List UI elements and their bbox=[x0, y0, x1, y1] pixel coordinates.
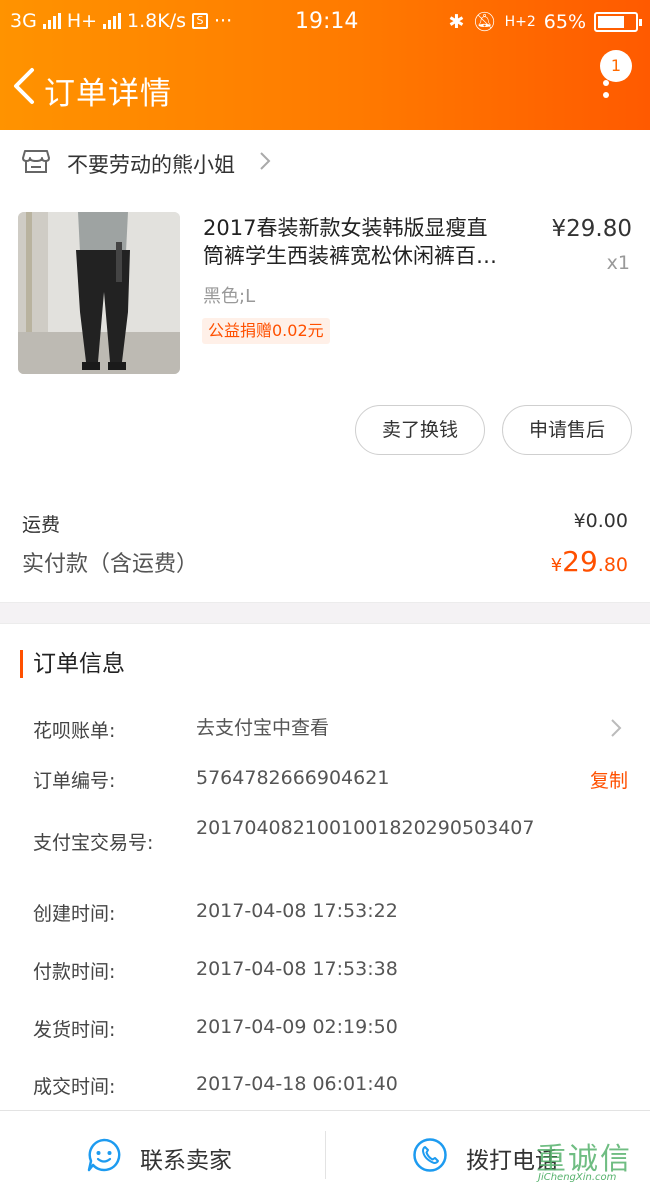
contact-seller-button[interactable]: 联系卖家 bbox=[0, 1111, 325, 1185]
paid-amount: ¥29.80 bbox=[551, 545, 628, 578]
battery-icon bbox=[594, 11, 642, 32]
info-key: 订单编号: bbox=[33, 770, 116, 792]
network-type-3: H+2 bbox=[504, 13, 536, 30]
product-quantity: x1 bbox=[606, 252, 630, 274]
charity-badge: 公益捐赠0.02元 bbox=[202, 318, 330, 344]
chat-bubble-icon bbox=[87, 1138, 121, 1172]
info-key: 支付宝交易号: bbox=[33, 832, 154, 854]
status-bar: 3G H+ 1.8K/s S ··· 19:14 ✱ 🔕︎ H+2 65% bbox=[0, 0, 650, 44]
mute-icon: 🔕︎ bbox=[472, 11, 497, 33]
more-menu-button[interactable]: 1 bbox=[592, 50, 642, 106]
watermark-url: JiChengXin.com bbox=[538, 1172, 617, 1183]
info-key: 付款时间: bbox=[33, 961, 116, 983]
paid-decimal: .80 bbox=[597, 554, 628, 576]
info-value: 2017-04-08 17:53:38 bbox=[196, 958, 398, 980]
chevron-left-icon bbox=[14, 68, 34, 104]
paid-label: 实付款（含运费） bbox=[22, 552, 199, 577]
alipay-trade-number: 2017040821001001820290503407 bbox=[196, 817, 535, 839]
info-value: 2017-04-18 06:01:40 bbox=[196, 1073, 398, 1095]
back-button[interactable] bbox=[10, 64, 40, 108]
network-type-2: H+ bbox=[66, 10, 98, 32]
info-key: 发货时间: bbox=[33, 1019, 116, 1041]
battery-level: 65% bbox=[543, 10, 586, 33]
order-number: 5764782666904621 bbox=[196, 767, 390, 789]
signal-icon bbox=[42, 13, 61, 29]
sell-button[interactable]: 卖了换钱 bbox=[355, 405, 485, 455]
product-title-line-1: 2017春装新款女装韩版显瘦直 bbox=[203, 216, 488, 240]
order-info-title: 订单信息 bbox=[20, 650, 125, 678]
info-key: 创建时间: bbox=[33, 903, 116, 925]
contact-seller-label: 联系卖家 bbox=[140, 1148, 232, 1174]
shop-row[interactable]: 不要劳动的熊小姐 bbox=[0, 130, 650, 192]
shipping-label: 运费 bbox=[22, 514, 61, 536]
paid-currency: ¥ bbox=[550, 555, 563, 576]
message-count-badge: 1 bbox=[600, 50, 632, 82]
signal-icon-2 bbox=[103, 13, 122, 29]
shipping-value: ¥0.00 bbox=[573, 510, 628, 532]
app-notification-icon: S bbox=[192, 13, 209, 29]
site-watermark: 重诚信 JiChengXin.com bbox=[532, 1134, 650, 1185]
copy-button[interactable]: 复制 bbox=[590, 766, 628, 793]
phone-icon bbox=[413, 1138, 447, 1172]
info-value: 2017-04-08 17:53:22 bbox=[196, 900, 398, 922]
paid-integer: 29 bbox=[562, 545, 598, 578]
more-dots-icon bbox=[603, 80, 609, 104]
section-divider bbox=[0, 602, 650, 624]
clock: 19:14 bbox=[295, 9, 359, 34]
info-key: 成交时间: bbox=[33, 1076, 116, 1098]
info-value: 2017-04-09 02:19:50 bbox=[196, 1016, 398, 1038]
product-price: ¥29.80 bbox=[551, 216, 632, 242]
product-title[interactable]: 2017春装新款女装韩版显瘦直 筒裤学生西装裤宽松休闲裤百… bbox=[203, 214, 533, 270]
chevron-right-icon bbox=[260, 152, 271, 170]
network-speed: 1.8K/s bbox=[127, 10, 187, 32]
shop-icon bbox=[22, 150, 50, 173]
app-header: 3G H+ 1.8K/s S ··· 19:14 ✱ 🔕︎ H+2 65% 订单… bbox=[0, 0, 650, 130]
after-sale-button[interactable]: 申请售后 bbox=[502, 405, 632, 455]
info-value: 去支付宝中查看 bbox=[196, 717, 330, 739]
chevron-right-icon bbox=[611, 719, 622, 737]
network-type: 3G bbox=[10, 10, 37, 32]
product-photo bbox=[18, 212, 180, 374]
shop-name: 不要劳动的熊小姐 bbox=[67, 153, 235, 177]
product-title-line-2: 筒裤学生西装裤宽松休闲裤百… bbox=[203, 244, 497, 268]
info-key: 花呗账单: bbox=[33, 720, 116, 742]
page-title: 订单详情 bbox=[44, 76, 172, 112]
product-image[interactable] bbox=[18, 212, 180, 374]
bluetooth-icon: ✱ bbox=[448, 10, 465, 33]
product-spec: 黑色;L bbox=[203, 286, 256, 307]
more-notifications-icon: ··· bbox=[214, 10, 233, 32]
